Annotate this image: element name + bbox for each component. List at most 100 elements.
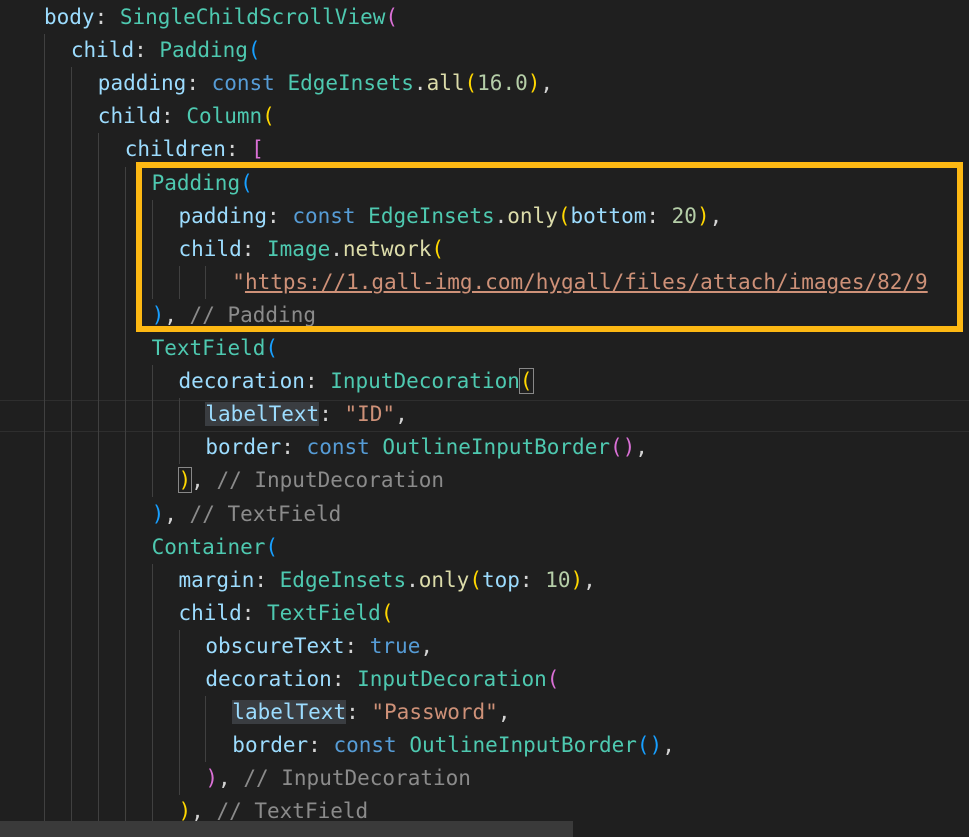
code-token: SingleChildScrollView — [119, 5, 386, 29]
code-editor[interactable]: body: SingleChildScrollView(child: Paddi… — [0, 0, 969, 837]
code-token: , — [395, 402, 408, 427]
code-line[interactable]: body: SingleChildScrollView( — [44, 1, 398, 34]
code-line[interactable]: padding: const EdgeInsets.all(16.0), — [98, 67, 553, 100]
code-token: only — [418, 567, 470, 592]
code-token: : — [308, 733, 334, 758]
code-line[interactable]: ), // TextField — [152, 498, 342, 531]
code-line[interactable]: margin: EdgeInsets.only(top: 10), — [179, 564, 596, 597]
code-token: : — [281, 435, 307, 460]
code-token: : — [241, 600, 268, 625]
code-line[interactable]: labelText: "Password", — [232, 696, 510, 729]
code-token: border — [232, 733, 309, 758]
code-token: , — [191, 799, 217, 824]
code-token: "Password" — [371, 700, 498, 725]
code-token: : — [134, 38, 160, 63]
code-token: ( — [609, 435, 623, 460]
code-token: : — [304, 369, 331, 394]
code-line[interactable]: decoration: InputDecoration( — [178, 365, 534, 398]
code-token: decoration — [205, 667, 332, 691]
code-token: : — [331, 667, 358, 691]
code-token: [ — [251, 137, 264, 162]
code-token: OutlineInputBorder — [409, 733, 637, 758]
code-token: ( — [262, 104, 275, 129]
code-token: // InputDecoration — [216, 468, 445, 493]
current-line-highlight — [0, 400, 969, 432]
code-token: ( — [380, 600, 394, 625]
code-token: all — [426, 71, 465, 96]
code-token: top — [481, 567, 520, 592]
code-token: ) — [649, 733, 663, 758]
code-line[interactable]: Container( — [152, 531, 278, 564]
code-token: , — [191, 468, 217, 493]
code-token: ) — [151, 501, 165, 526]
code-token: obscureText — [205, 633, 345, 658]
code-token: ) — [177, 467, 193, 494]
code-line[interactable]: decoration: InputDecoration( — [205, 663, 559, 696]
code-line[interactable]: ), // InputDecoration — [205, 762, 471, 795]
code-token: Container — [151, 534, 266, 559]
code-token: border — [205, 435, 282, 460]
code-token: InputDecoration — [330, 369, 520, 394]
code-token: children — [124, 137, 226, 162]
horizontal-scrollbar[interactable] — [0, 821, 573, 837]
code-token: . — [413, 71, 427, 96]
code-token: : — [319, 402, 345, 427]
code-token: , — [540, 71, 554, 96]
code-token: : — [254, 567, 280, 592]
code-token: 10 — [545, 567, 571, 592]
code-token: true — [369, 633, 421, 658]
code-token: : — [225, 137, 252, 162]
indent-guide-line — [44, 34, 45, 829]
code-token: ( — [247, 38, 261, 63]
code-token: labelText — [205, 402, 320, 427]
code-token: TextField — [151, 336, 266, 360]
code-token: ( — [518, 368, 534, 395]
code-token: padding — [97, 71, 187, 96]
code-token: EdgeInsets — [279, 567, 407, 592]
code-line[interactable]: border: const OutlineInputBorder(), — [205, 431, 648, 464]
code-token: margin — [178, 567, 255, 592]
code-line[interactable]: child: Padding( — [71, 34, 261, 67]
code-line[interactable]: TextField( — [152, 332, 278, 365]
code-token: const — [211, 71, 288, 96]
code-line[interactable]: child: Column( — [98, 100, 275, 133]
indent-guide-line — [151, 365, 153, 498]
code-token: TextField — [267, 600, 381, 625]
code-token: // TextField — [189, 501, 342, 526]
code-token: Column — [186, 104, 263, 129]
indent-guide-line — [178, 629, 180, 796]
code-token: // TextField — [216, 799, 369, 824]
code-token: decoration — [178, 369, 305, 394]
code-token: , — [420, 633, 433, 658]
indent-guide-line — [124, 166, 126, 829]
code-token: ) — [570, 567, 584, 592]
code-token: labelText — [232, 700, 347, 725]
code-token: , — [583, 567, 596, 592]
code-token: : — [94, 5, 120, 29]
code-token: ( — [265, 534, 279, 559]
code-token: , — [497, 700, 511, 725]
code-token: : — [344, 633, 370, 658]
code-line[interactable]: border: const OutlineInputBorder(), — [232, 729, 675, 762]
code-line[interactable]: labelText: "ID", — [205, 398, 408, 431]
code-token: child — [97, 104, 162, 129]
code-token: ( — [265, 336, 279, 360]
code-token: child — [178, 600, 242, 625]
code-token: "ID" — [344, 402, 396, 427]
code-line[interactable]: obscureText: true, — [205, 630, 433, 663]
code-token: ( — [546, 667, 560, 691]
code-token: const — [333, 733, 410, 758]
code-token: : — [346, 700, 372, 725]
code-line[interactable]: child: TextField( — [179, 597, 394, 630]
code-token: body — [44, 5, 95, 29]
code-line[interactable]: ), // InputDecoration — [177, 464, 445, 497]
code-token: ) — [622, 435, 636, 460]
indent-guide-line — [97, 133, 99, 829]
code-token: , — [635, 435, 648, 460]
indent-guide-line — [205, 696, 207, 763]
code-token: , — [218, 766, 244, 791]
code-token: // InputDecoration — [243, 766, 471, 791]
indent-guide-line — [178, 398, 180, 465]
code-token: : — [519, 567, 546, 592]
indent-guide-line — [70, 67, 72, 829]
